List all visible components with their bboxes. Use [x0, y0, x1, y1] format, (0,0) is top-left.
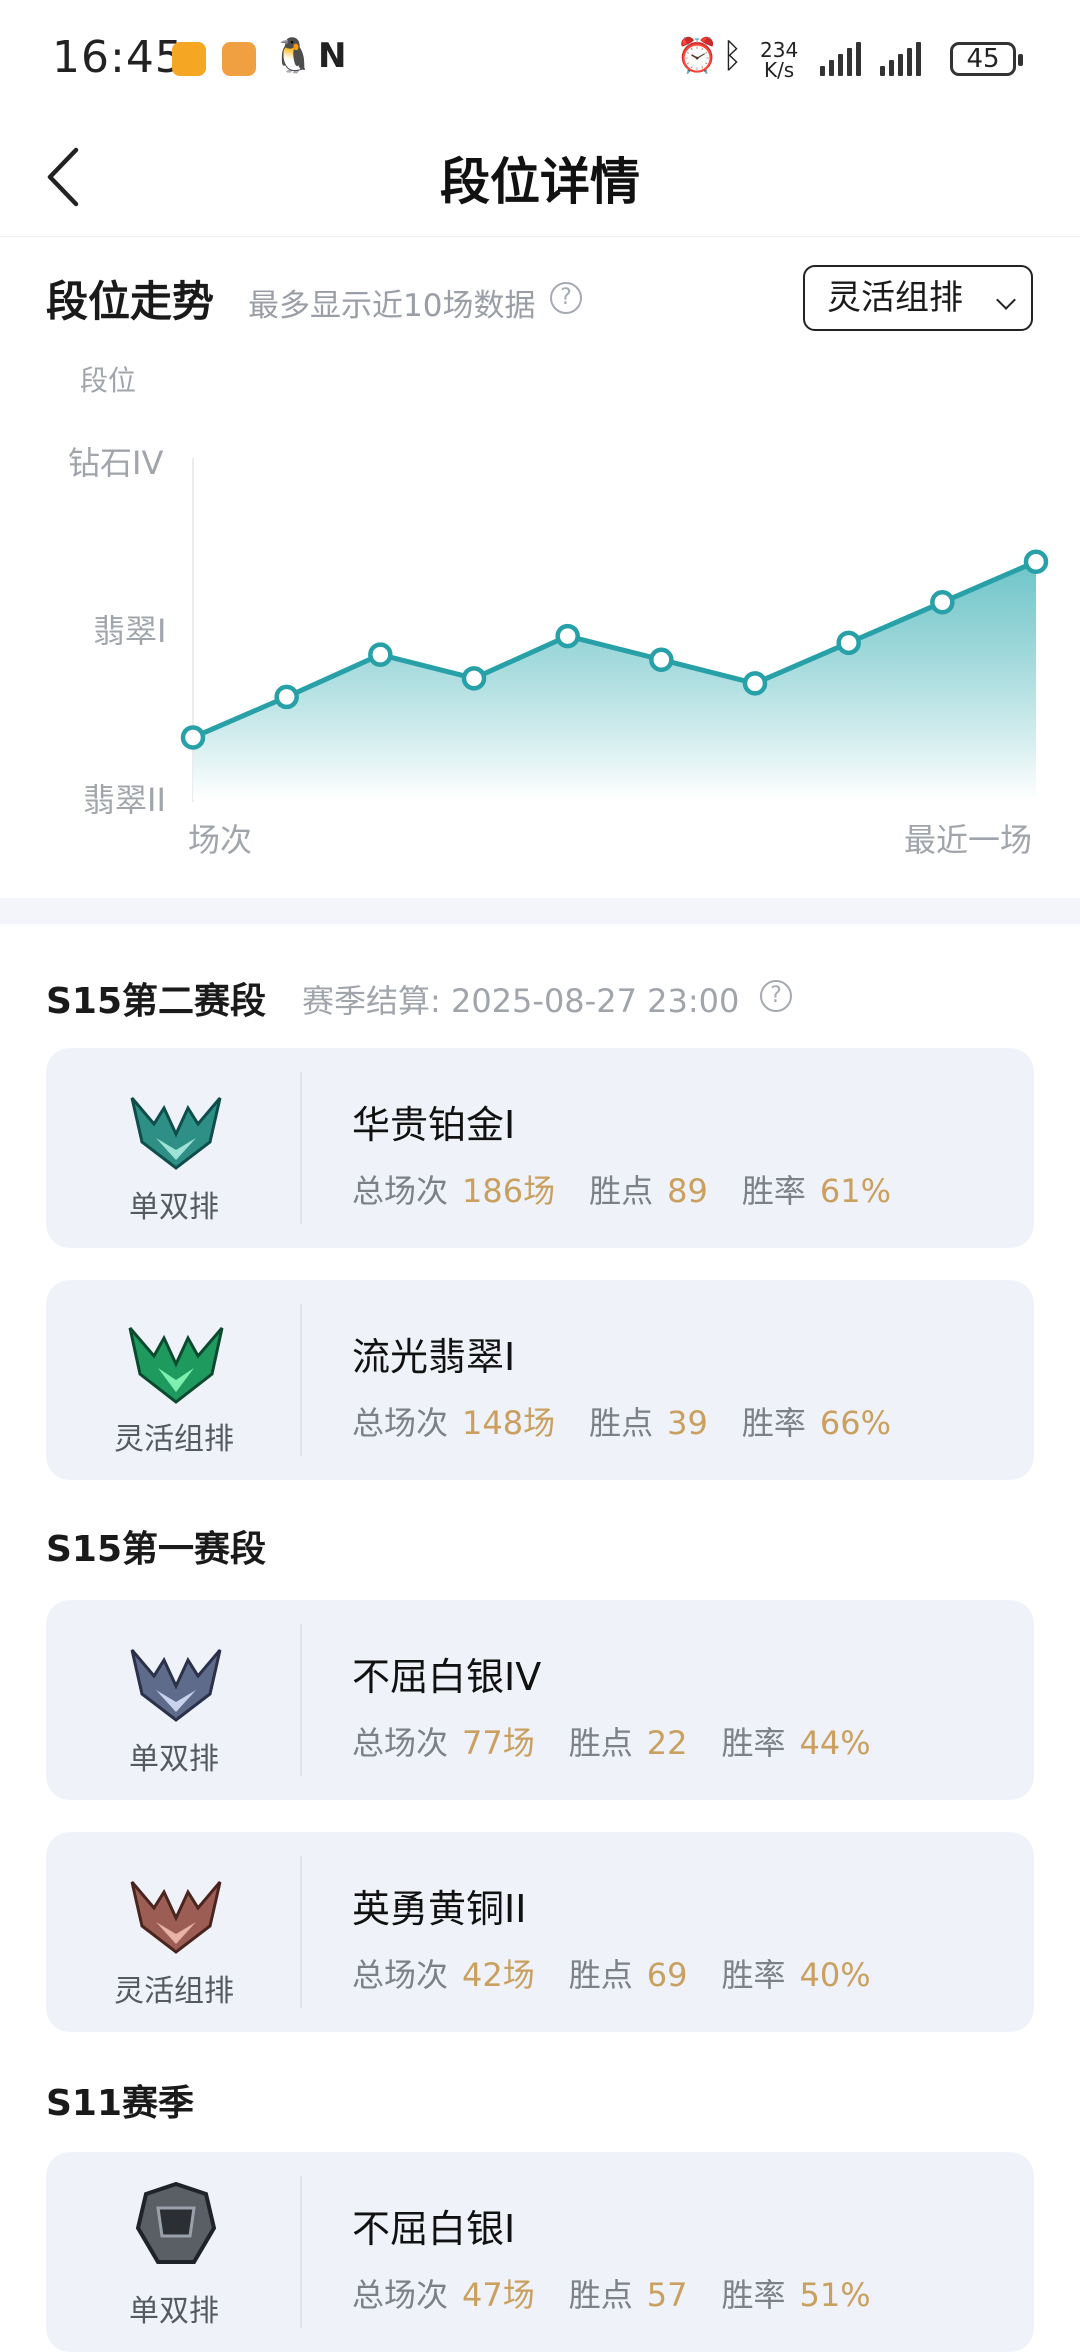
total-games-value: 42场: [462, 1956, 535, 1994]
x-axis-start-label: 场次: [188, 821, 252, 859]
rank-card[interactable]: 单双排 不屈白银IV 总场次 77场 胜点 22 胜率 44%: [46, 1600, 1034, 1800]
queue-label: 单双排: [129, 2294, 219, 2329]
trend-point: [461, 666, 487, 691]
rank-card[interactable]: 单双排 不屈白银I 总场次 47场 胜点 57 胜率 51%: [46, 2152, 1034, 2352]
queue-label: 灵活组排: [114, 1974, 234, 2009]
card-divider: [300, 1856, 302, 2008]
trend-point: [836, 630, 861, 656]
rank-stats: 总场次 42场 胜点 69 胜率 40%: [352, 1956, 871, 1994]
rank-stats: 总场次 148场 胜点 39 胜率 66%: [352, 1404, 891, 1442]
win-rate-value: 44%: [799, 1724, 871, 1762]
page-title: 段位详情: [440, 153, 640, 211]
rank-name: 不屈白银I: [352, 2207, 516, 2251]
alarm-icon: ⏰: [676, 36, 719, 76]
silver-emblem-icon: [130, 1649, 222, 1722]
help-icon[interactable]: ?: [760, 980, 792, 1012]
platinum-emblem-icon: [130, 1097, 222, 1170]
queue-label: 单双排: [129, 1742, 219, 1777]
rank-card[interactable]: 灵活组排 英勇黄铜II 总场次 42场 胜点 69 胜率 40%: [46, 1832, 1034, 2032]
chevron-down-icon: [996, 290, 1016, 310]
section-divider: [0, 898, 1080, 924]
total-games-value: 148场: [462, 1404, 556, 1442]
rank-name: 英勇黄铜II: [352, 1887, 527, 1931]
trend-point: [274, 684, 299, 710]
queue-label: 灵活组排: [114, 1422, 234, 1457]
card-divider: [300, 1304, 302, 1456]
rank-card[interactable]: 单双排 华贵铂金I 总场次 186场 胜点 89 胜率 61%: [46, 1048, 1034, 1248]
total-games-value: 77场: [462, 1724, 535, 1762]
x-axis-end-label: 最近一场: [904, 821, 1032, 859]
queue-label: 单双排: [129, 1190, 219, 1225]
rank-stats: 总场次 47场 胜点 57 胜率 51%: [352, 2276, 871, 2314]
trend-section-title: 段位走势: [46, 277, 215, 326]
status-bar: 16:45 🐧 N ⏰ ᛒ 234 K/s 45: [0, 0, 1080, 120]
win-rate-value: 40%: [799, 1956, 871, 1994]
app-notification-icon: [172, 42, 206, 76]
win-rate-value: 61%: [819, 1172, 891, 1210]
battery-icon: 45: [950, 42, 1023, 76]
qq-icon: 🐧: [272, 36, 315, 76]
league-points-value: 57: [646, 2276, 688, 2314]
home-app-icon: [222, 42, 256, 76]
emerald-emblem-icon: [128, 1327, 224, 1404]
season-title: S11赛季: [46, 2083, 195, 2124]
trend-point: [649, 647, 674, 672]
season-title: S15第二赛段: [46, 981, 267, 1022]
trend-subtitle: 最多显示近10场数据: [248, 288, 536, 324]
trend-point: [555, 623, 580, 649]
league-points-value: 39: [667, 1404, 708, 1442]
trend-point: [742, 671, 768, 696]
rank-name: 流光翡翠I: [352, 1335, 516, 1379]
card-divider: [300, 1624, 302, 1776]
card-divider: [300, 1072, 302, 1224]
rank-card[interactable]: 灵活组排 流光翡翠I 总场次 148场 胜点 39 胜率 66%: [46, 1280, 1034, 1480]
y-tick-label: 钻石IV: [68, 444, 163, 482]
signal-icon: [820, 40, 861, 76]
season-title: S15第一赛段: [46, 1529, 267, 1570]
league-points-value: 22: [646, 1724, 688, 1762]
league-points-value: 69: [646, 1956, 688, 1994]
total-games-value: 186场: [462, 1172, 556, 1210]
bluetooth-icon: ᛒ: [722, 36, 743, 76]
season-settlement-note: 赛季结算: 2025-08-27 23:00: [302, 982, 740, 1020]
app-header: 段位详情: [0, 120, 1080, 237]
y-axis-label: 段位: [80, 364, 136, 397]
queue-mode-value: 灵活组排: [827, 278, 963, 318]
bronze-emblem-icon: [130, 1881, 222, 1954]
queue-mode-select[interactable]: 灵活组排: [803, 265, 1033, 331]
nfc-icon: N: [318, 36, 347, 76]
win-rate-value: 51%: [799, 2276, 871, 2314]
rank-stats: 总场次 186场 胜点 89 胜率 61%: [352, 1172, 891, 1210]
win-rate-value: 66%: [819, 1404, 891, 1442]
trend-point: [180, 725, 206, 750]
network-speed: 234 K/s: [760, 38, 799, 82]
status-time: 16:45: [52, 32, 184, 83]
trend-point: [930, 590, 955, 615]
league-points-value: 89: [667, 1172, 708, 1210]
trend-point: [1023, 549, 1049, 574]
rank-trend-chart: 段位 钻石IV 翡翠I 翡翠II 场次 最近一场: [68, 364, 1049, 859]
help-icon[interactable]: ?: [550, 282, 582, 314]
rank-stats: 总场次 77场 胜点 22 胜率 44%: [352, 1724, 871, 1762]
silver-helmet-emblem-icon: [135, 2181, 217, 2264]
signal-icon: [880, 40, 921, 76]
y-tick-label: 翡翠II: [83, 781, 166, 819]
total-games-value: 47场: [462, 2276, 535, 2314]
rank-name: 华贵铂金I: [352, 1103, 516, 1147]
rank-name: 不屈白银IV: [352, 1655, 542, 1699]
y-tick-label: 翡翠I: [93, 612, 166, 650]
card-divider: [300, 2176, 302, 2328]
trend-point: [368, 642, 393, 667]
